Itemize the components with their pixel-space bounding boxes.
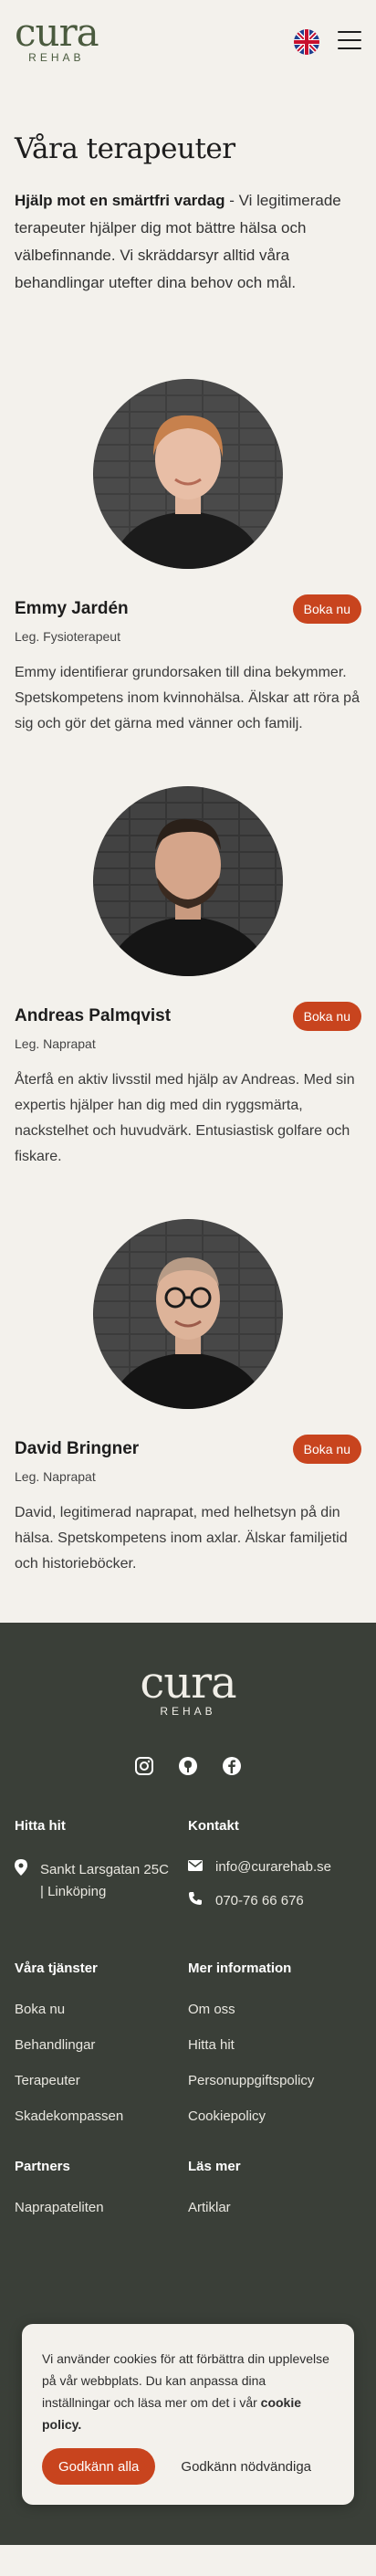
footer-link-articles[interactable]: Artiklar bbox=[188, 2200, 361, 2215]
page-title: Våra terapeuter bbox=[15, 132, 235, 165]
therapist-card: Andreas Palmqvist Boka nu Leg. Naprapat … bbox=[0, 786, 376, 1170]
therapist-title: Leg. Fysioterapeut bbox=[15, 629, 120, 644]
footer-link-cookie-policy[interactable]: Cookiepolicy bbox=[188, 2108, 361, 2124]
services-column: Våra tjänster Boka nu Behandlingar Terap… bbox=[15, 1961, 188, 2144]
uk-flag-icon[interactable] bbox=[294, 29, 319, 55]
hamburger-icon[interactable] bbox=[338, 31, 361, 51]
facebook-icon[interactable] bbox=[222, 1756, 242, 1776]
book-button[interactable]: Boka nu bbox=[292, 1435, 361, 1464]
therapist-name: David Bringner bbox=[15, 1439, 140, 1458]
therapist-photo bbox=[93, 786, 283, 976]
more-info-heading: Mer information bbox=[188, 1961, 292, 1976]
therapist-name: Emmy Jardén bbox=[15, 599, 129, 618]
email-link[interactable]: info@curarehab.se bbox=[215, 1859, 331, 1875]
partners-column: Partners Naprapateliten bbox=[15, 2159, 188, 2235]
site-header: cura REHAB bbox=[0, 0, 376, 87]
intro-lead: Hjälp mot en smärtfri vardag bbox=[15, 192, 225, 209]
intro-section: Våra terapeuter Hjälp mot en smärtfri va… bbox=[0, 87, 376, 297]
cookie-banner: Vi använder cookies för att förbättra di… bbox=[22, 2324, 354, 2505]
therapist-name: Andreas Palmqvist bbox=[15, 1006, 172, 1025]
footer-link-book[interactable]: Boka nu bbox=[15, 2002, 188, 2017]
therapist-card: Emmy Jardén Boka nu Leg. Fysioterapeut E… bbox=[0, 379, 376, 737]
social-links bbox=[15, 1756, 361, 1776]
footer-link-find-us[interactable]: Hitta hit bbox=[188, 2037, 361, 2053]
therapist-title: Leg. Naprapat bbox=[15, 1469, 96, 1484]
read-more-heading: Läs mer bbox=[188, 2159, 241, 2174]
therapist-photo bbox=[93, 379, 283, 569]
footer-link-treatments[interactable]: Behandlingar bbox=[15, 2037, 188, 2053]
instagram-icon[interactable] bbox=[134, 1756, 154, 1776]
mail-icon bbox=[188, 1859, 203, 1875]
phone-link[interactable]: 070-76 66 676 bbox=[215, 1893, 304, 1908]
address[interactable]: Sankt Larsgatan 25C | Linköping bbox=[40, 1859, 169, 1903]
location-pin-icon bbox=[15, 1859, 27, 1903]
therapist-description: Återfå en aktiv livsstil med hjälp av An… bbox=[15, 1072, 355, 1164]
address-line-2: | Linköping bbox=[40, 1884, 107, 1899]
footer-link-privacy[interactable]: Personuppgiftspolicy bbox=[188, 2073, 361, 2088]
more-info-column: Mer information Om oss Hitta hit Personu… bbox=[188, 1961, 361, 2144]
footer-logo[interactable]: cura REHAB bbox=[15, 1623, 361, 1718]
contact-heading: Kontakt bbox=[188, 1818, 239, 1834]
footer-link-injury-compass[interactable]: Skadekompassen bbox=[15, 2108, 188, 2124]
therapist-card: David Bringner Boka nu Leg. Naprapat Dav… bbox=[0, 1219, 376, 1577]
book-button[interactable]: Boka nu bbox=[292, 594, 361, 624]
footer-logo-word: cura bbox=[140, 1657, 236, 1709]
footer-link-about[interactable]: Om oss bbox=[188, 2002, 361, 2017]
services-heading: Våra tjänster bbox=[15, 1961, 98, 1976]
footer-logo-sub: REHAB bbox=[160, 1705, 216, 1718]
logo[interactable]: cura REHAB bbox=[15, 10, 99, 65]
accept-necessary-button[interactable]: Godkänn nödvändiga bbox=[181, 2459, 311, 2475]
find-us-column: Hitta hit Sankt Larsgatan 25C | Linköpin… bbox=[15, 1818, 188, 1926]
therapist-description: Emmy identifierar grundorsaken till dina… bbox=[15, 665, 360, 731]
contact-column: Kontakt info@curarehab.se 070-76 66 676 bbox=[188, 1818, 361, 1926]
address-line-1: Sankt Larsgatan 25C bbox=[40, 1862, 169, 1877]
phone-icon bbox=[188, 1891, 203, 1909]
footer-link-naprapateliten[interactable]: Naprapateliten bbox=[15, 2200, 188, 2215]
find-us-heading: Hitta hit bbox=[15, 1818, 66, 1834]
read-more-column: Läs mer Artiklar bbox=[188, 2159, 361, 2235]
therapist-photo bbox=[93, 1219, 283, 1409]
partners-heading: Partners bbox=[15, 2159, 70, 2174]
therapist-description: David, legitimerad naprapat, med helhets… bbox=[15, 1505, 348, 1572]
logo-word: cura bbox=[15, 10, 99, 55]
book-button[interactable]: Boka nu bbox=[292, 1002, 361, 1031]
footer-link-therapists[interactable]: Terapeuter bbox=[15, 2073, 188, 2088]
cookie-text: Vi använder cookies för att förbättra di… bbox=[42, 2348, 334, 2435]
intro-text: Hjälp mot en smärtfri vardag - Vi legiti… bbox=[15, 187, 361, 297]
therapist-title: Leg. Naprapat bbox=[15, 1036, 96, 1051]
github-icon[interactable] bbox=[178, 1756, 198, 1776]
accept-all-button[interactable]: Godkänn alla bbox=[42, 2448, 156, 2485]
